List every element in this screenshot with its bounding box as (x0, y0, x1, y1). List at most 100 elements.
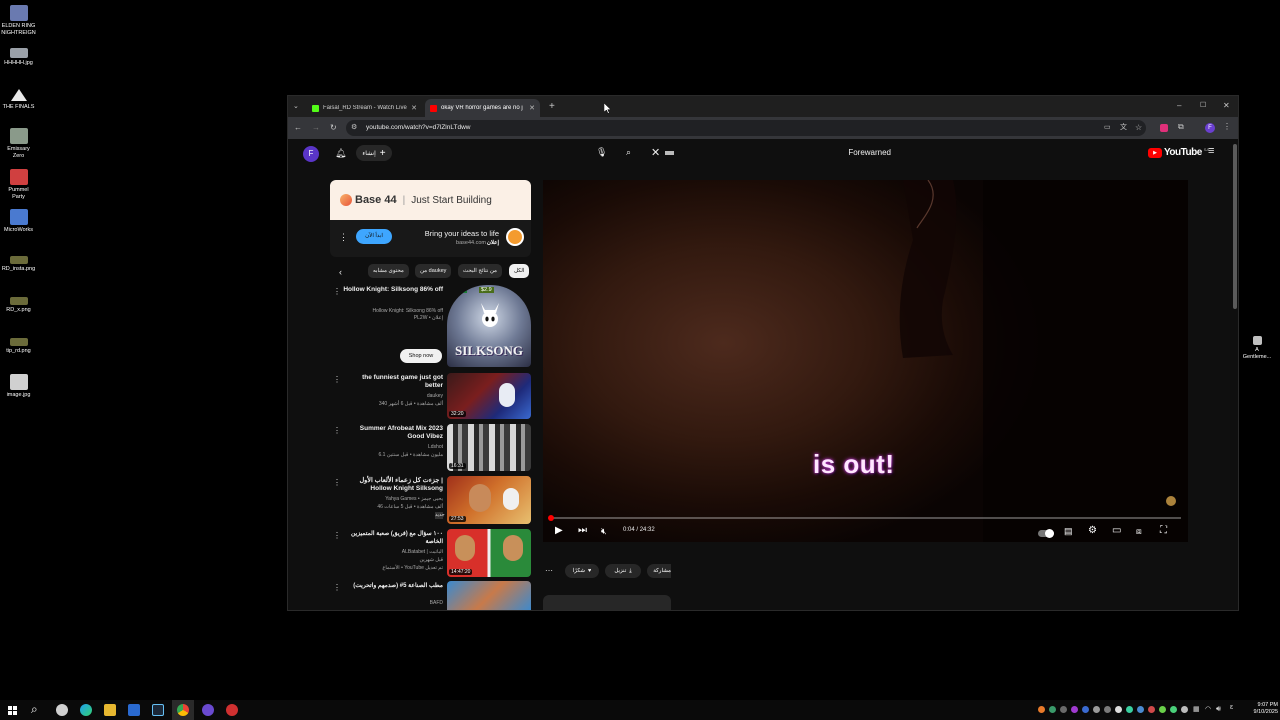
video-thumbnail[interactable]: 32:20 (447, 373, 531, 419)
create-button[interactable]: إنشاء + (356, 145, 392, 161)
chrome-icon[interactable] (177, 704, 189, 716)
desktop-icon-hhhhh[interactable]: HHHHH.jpg (0, 48, 37, 67)
desktop-icon-tip-rd[interactable]: tip_rd.png (0, 338, 37, 355)
desktop-icon-image-jpg[interactable]: image.jpg (0, 374, 37, 399)
hamburger-menu-icon[interactable]: ≡ (1208, 145, 1214, 157)
video-player[interactable]: is out! ▶ ⏭︎ 🔇︎ 0:04 / 24:32 ▤ ⚙ ▭ ⧈ ⛶ (543, 180, 1188, 542)
tab-search-icon[interactable]: ⌄ (293, 102, 299, 112)
progress-bar[interactable] (547, 515, 1181, 521)
settings-gear-icon[interactable]: ⚙ (1088, 525, 1097, 537)
chrome-menu-icon[interactable]: ⋮ (1223, 122, 1231, 132)
video-thumbnail[interactable]: 27:53 (447, 476, 531, 524)
minimize-icon[interactable]: – (1177, 101, 1181, 111)
tray-icon[interactable] (1115, 706, 1122, 713)
search-input[interactable]: Forewarned (848, 148, 891, 157)
steam-icon[interactable] (152, 704, 164, 716)
chip-related[interactable]: محتوى مشابه (368, 264, 409, 278)
cast-icon[interactable]: ▭ (1104, 123, 1111, 133)
taskbar-app-icon[interactable] (56, 704, 68, 716)
tab-kick-stream[interactable]: Faisal_RD Stream - Watch Live ✕ (307, 99, 422, 117)
clock[interactable]: 9:07 PM 9/10/2025 (1240, 702, 1278, 716)
edge-browser-icon[interactable] (80, 704, 92, 716)
tray-icon[interactable] (1082, 706, 1089, 713)
desktop-icon-emissary-zero[interactable]: Emissary Zero (0, 128, 37, 160)
list-item[interactable]: ⋮ مطب الصناعة 5# (صدمهم واتحريت) BAFD (330, 581, 531, 610)
volume-icon[interactable]: 🔊︎ (1216, 704, 1221, 714)
more-options-icon[interactable]: ⋮ (333, 531, 341, 540)
video-frame[interactable]: is out! (543, 180, 1188, 542)
desktop-icon-elden-ring[interactable]: ELDEN RING NIGHTREIGN (0, 5, 37, 37)
thanks-button[interactable]: شكرًا ♥ (565, 564, 599, 578)
desktop-icon-the-finals[interactable]: THE FINALS (0, 88, 37, 111)
tray-icon[interactable] (1038, 706, 1045, 713)
tray-icon[interactable] (1060, 706, 1067, 713)
keyboard-icon[interactable] (665, 151, 674, 155)
list-item[interactable]: ⋮ Summer Afrobeat Mix 2023 Good Vibez Ld… (330, 424, 531, 471)
youtube-logo[interactable]: ▶ YouTube SA (1148, 147, 1209, 158)
sponsored-ad-card[interactable]: Base 44 | Just Start Building ⋮ ابدأ الآ… (330, 180, 531, 257)
site-info-icon[interactable]: ⚙ (351, 123, 357, 133)
more-options-icon[interactable]: ⋮ (333, 426, 341, 435)
more-options-icon[interactable]: ⋮ (333, 478, 341, 487)
list-item[interactable]: ⋮ the funniest game just got better dauk… (330, 373, 531, 419)
chips-scroll-left-icon[interactable]: ‹ (339, 267, 342, 277)
back-icon[interactable]: ← (294, 123, 302, 133)
tray-icon[interactable] (1181, 706, 1188, 713)
extension-icon[interactable] (1160, 124, 1168, 132)
maximize-icon[interactable]: ☐ (1200, 101, 1206, 111)
cast-icon[interactable]: ⧈ (1136, 525, 1142, 537)
play-icon[interactable]: ▶ (555, 525, 563, 537)
desktop-icon-microworks[interactable]: MicroWorks (0, 209, 37, 234)
tray-icon[interactable] (1104, 706, 1111, 713)
wifi-icon[interactable]: ◠ (1205, 705, 1211, 713)
theater-mode-icon[interactable]: ▭ (1112, 525, 1121, 537)
video-thumbnail[interactable]: 16:31 (447, 424, 531, 471)
shop-now-button[interactable]: Shop now (400, 349, 442, 363)
microsoft-store-icon[interactable] (128, 704, 140, 716)
tray-icon[interactable] (1170, 706, 1177, 713)
desktop-icon-pummel-party[interactable]: Pummel Party (0, 169, 37, 201)
new-tab-icon[interactable]: + (549, 102, 555, 112)
ad-more-options-icon[interactable]: ⋮ (339, 232, 348, 243)
reload-icon[interactable]: ↻ (330, 123, 337, 133)
list-item[interactable]: ⋮ جزءت كل زعماء الألعاب الأول | Hollow K… (330, 476, 531, 524)
list-item-sponsored[interactable]: ⋮ Hollow Knight: Silksong 86% off Hollow… (330, 285, 531, 367)
tab-close-icon[interactable]: ✕ (529, 104, 535, 112)
tray-icon[interactable] (1148, 706, 1155, 713)
video-thumbnail[interactable]: -86% $2.9 SILKSONG (447, 285, 531, 367)
description-box[interactable] (543, 595, 671, 610)
translate-icon[interactable]: 文 (1120, 123, 1127, 133)
tab-close-icon[interactable]: ✕ (411, 104, 417, 112)
video-thumbnail[interactable] (447, 581, 531, 610)
ad-cta-button[interactable]: ابدأ الآن (356, 229, 392, 244)
tray-icon[interactable] (1071, 706, 1078, 713)
search-box[interactable]: ⌕ ✕ Forewarned (621, 143, 911, 163)
fullscreen-icon[interactable]: ⛶ (1160, 525, 1167, 537)
tab-youtube-video[interactable]: okay VR horror games are no j ✕ (425, 99, 540, 117)
next-video-icon[interactable]: ⏭︎ (578, 525, 587, 537)
autoplay-toggle[interactable] (1038, 529, 1054, 538)
discord-icon[interactable] (202, 704, 214, 716)
address-bar[interactable]: ⚙ youtube.com/watch?v=d7lZlnLTdww ▭ 文 ☆ (346, 120, 1146, 136)
file-explorer-icon[interactable] (104, 704, 116, 716)
progress-scrubber[interactable] (547, 515, 554, 521)
recording-app-icon[interactable] (226, 704, 238, 716)
mute-icon[interactable]: 🔇︎ (601, 525, 607, 537)
close-window-icon[interactable]: ✕ (1223, 101, 1230, 111)
ad-banner[interactable]: Base 44 | Just Start Building (330, 180, 531, 220)
channel-watermark-icon[interactable] (1166, 496, 1176, 506)
tray-icon[interactable] (1137, 706, 1144, 713)
language-indicator[interactable]: ε (1230, 704, 1233, 711)
bookmark-star-icon[interactable]: ☆ (1135, 123, 1142, 133)
share-button[interactable]: مشاركة (647, 564, 671, 578)
more-options-icon[interactable]: ⋮ (333, 287, 341, 296)
desktop-icon-rd-x[interactable]: RD_x.png (0, 297, 37, 314)
tray-icon[interactable] (1049, 706, 1056, 713)
tray-icon[interactable] (1126, 706, 1133, 713)
more-options-icon[interactable]: ⋮ (333, 583, 341, 592)
desktop-icon-gentleman[interactable]: A Gentleme... (1238, 336, 1276, 361)
video-thumbnail[interactable]: 14:47:20 (447, 529, 531, 577)
forward-icon[interactable]: → (312, 123, 320, 133)
more-options-icon[interactable]: ⋮ (333, 375, 341, 384)
notifications-bell-icon[interactable]: 🔔︎ (335, 148, 346, 159)
